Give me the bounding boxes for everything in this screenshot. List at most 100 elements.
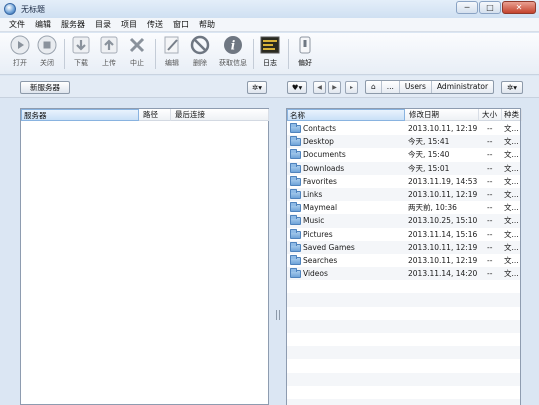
menu-project[interactable]: 项目 bbox=[116, 18, 142, 32]
menu-window[interactable]: 窗口 bbox=[168, 18, 194, 32]
favorites-heart-button[interactable]: ♥▾ bbox=[287, 81, 307, 94]
close-window-button[interactable]: ✕ bbox=[502, 1, 536, 14]
minimize-button[interactable]: ─ bbox=[456, 1, 478, 14]
column-name[interactable]: 名称 bbox=[287, 109, 405, 121]
back-arrow-icon[interactable]: ◀ bbox=[313, 81, 326, 94]
menu-help[interactable]: 帮助 bbox=[194, 18, 220, 32]
file-kind: 文... bbox=[504, 137, 519, 147]
log-icon bbox=[260, 35, 280, 55]
file-row[interactable]: Pictures 2013.11.14, 15:16 -- 文... bbox=[287, 228, 520, 241]
window-title: 无标题 bbox=[21, 4, 45, 14]
file-options-gear-button[interactable]: ✲▾ bbox=[501, 81, 523, 94]
file-size: -- bbox=[487, 242, 493, 252]
breadcrumb-ellipsis[interactable]: ... bbox=[382, 81, 400, 93]
pane-splitter[interactable] bbox=[276, 310, 280, 320]
svg-text:i: i bbox=[231, 39, 236, 53]
delete-button[interactable]: 删除 bbox=[185, 35, 215, 73]
file-size: -- bbox=[487, 203, 493, 213]
column-modified[interactable]: 修改日期 bbox=[407, 109, 479, 121]
file-name: Documents bbox=[303, 150, 346, 160]
file-row[interactable]: Downloads 今天, 15:01 -- 文... bbox=[287, 161, 520, 175]
breadcrumb-users[interactable]: Users bbox=[400, 81, 432, 93]
server-list-panel[interactable]: 服务器 路径 最后连接 bbox=[20, 108, 269, 405]
toolbar-separator bbox=[288, 39, 289, 69]
view-toggle-icon[interactable]: ▸ bbox=[345, 81, 358, 94]
file-size: -- bbox=[487, 255, 493, 265]
menu-file[interactable]: 文件 bbox=[4, 18, 30, 32]
upload-button[interactable]: 上传 bbox=[94, 35, 124, 73]
maximize-button[interactable]: □ bbox=[479, 1, 501, 14]
download-icon bbox=[71, 35, 91, 55]
file-kind: 文... bbox=[504, 269, 519, 279]
get-info-button[interactable]: i 获取信息 bbox=[216, 35, 250, 73]
file-size: -- bbox=[487, 216, 493, 226]
upload-icon bbox=[99, 35, 119, 55]
info-icon: i bbox=[223, 35, 243, 55]
forward-arrow-icon[interactable]: ▶ bbox=[328, 81, 341, 94]
folder-icon bbox=[290, 188, 301, 199]
column-last-connected[interactable]: 最后连接 bbox=[173, 109, 269, 121]
empty-row bbox=[287, 307, 520, 320]
file-row[interactable]: Music 2013.10.25, 15:10 -- 文... bbox=[287, 214, 520, 228]
toolbar-separator bbox=[253, 39, 254, 69]
file-row[interactable]: Links 2013.10.11, 12:19 -- 文... bbox=[287, 187, 520, 202]
menu-edit[interactable]: 编辑 bbox=[30, 18, 56, 32]
abort-label: 中止 bbox=[130, 59, 144, 67]
column-server[interactable]: 服务器 bbox=[21, 109, 139, 121]
server-options-gear-button[interactable]: ✲▾ bbox=[247, 81, 267, 94]
file-name: Maymeal bbox=[303, 203, 338, 213]
file-date: 2013.10.11, 12:19 bbox=[408, 189, 478, 199]
file-date: 2013.11.14, 14:20 bbox=[408, 269, 478, 279]
column-path[interactable]: 路径 bbox=[141, 109, 171, 121]
home-icon[interactable]: ⌂ bbox=[366, 81, 382, 93]
empty-row bbox=[287, 359, 520, 372]
menu-transfer[interactable]: 传送 bbox=[142, 18, 168, 32]
file-kind: 文... bbox=[504, 150, 519, 160]
abort-button[interactable]: 中止 bbox=[122, 35, 152, 73]
delete-label: 删除 bbox=[193, 59, 207, 67]
log-button[interactable]: 日志 bbox=[255, 35, 285, 73]
abort-x-icon bbox=[127, 35, 147, 55]
file-size: -- bbox=[487, 137, 493, 147]
file-row[interactable]: Desktop 今天, 15:41 -- 文... bbox=[287, 135, 520, 149]
file-kind: 文... bbox=[504, 163, 519, 173]
file-name: Music bbox=[303, 216, 325, 226]
breadcrumb: ⌂ ... Users Administrator bbox=[365, 80, 495, 94]
folder-icon bbox=[290, 241, 301, 252]
file-date: 今天, 15:01 bbox=[408, 163, 450, 173]
file-name: Saved Games bbox=[303, 242, 355, 252]
file-date: 今天, 15:40 bbox=[408, 150, 450, 160]
switch-icon bbox=[295, 35, 315, 55]
file-row[interactable]: Contacts 2013.10.11, 12:19 -- 文... bbox=[287, 122, 520, 135]
download-button[interactable]: 下载 bbox=[66, 35, 96, 73]
stop-icon bbox=[37, 35, 57, 55]
folder-icon bbox=[290, 136, 301, 147]
file-date: 2013.10.25, 15:10 bbox=[408, 216, 478, 226]
column-size[interactable]: 大小 bbox=[480, 109, 502, 121]
empty-row bbox=[287, 346, 520, 360]
file-row[interactable]: Videos 2013.11.14, 14:20 -- 文... bbox=[287, 267, 520, 281]
file-size: -- bbox=[487, 189, 493, 199]
open-button[interactable]: 打开 bbox=[5, 35, 35, 73]
file-row[interactable]: Documents 今天, 15:40 -- 文... bbox=[287, 148, 520, 161]
breadcrumb-administrator[interactable]: Administrator bbox=[432, 81, 493, 93]
file-name: Searches bbox=[303, 255, 338, 265]
preferences-label: 偏好 bbox=[298, 59, 312, 67]
file-row[interactable]: Favorites 2013.11.19, 14:53 -- 文... bbox=[287, 175, 520, 188]
file-kind: 文... bbox=[504, 242, 519, 252]
file-row[interactable]: Searches 2013.10.11, 12:19 -- 文... bbox=[287, 254, 520, 267]
file-list-panel[interactable]: 名称 修改日期 大小 种类 Contacts 2013.10.11, 12:19-… bbox=[286, 108, 522, 405]
disconnect-button[interactable]: 关闭 bbox=[32, 35, 62, 73]
menu-server[interactable]: 服务器 bbox=[56, 18, 90, 32]
file-row[interactable]: Saved Games 2013.10.11, 12:19 -- 文... bbox=[287, 240, 520, 254]
file-row[interactable]: Maymeal 两天前, 10:36 -- 文... bbox=[287, 201, 520, 214]
log-label: 日志 bbox=[263, 59, 277, 67]
file-date: 2013.11.14, 15:16 bbox=[408, 229, 478, 239]
get-info-label: 获取信息 bbox=[219, 59, 247, 67]
new-server-button[interactable]: 新服务器 bbox=[20, 81, 70, 94]
preferences-button[interactable]: 偏好 bbox=[290, 35, 320, 73]
column-kind[interactable]: 种类 bbox=[502, 109, 522, 121]
file-size: -- bbox=[487, 176, 493, 186]
edit-button[interactable]: 编辑 bbox=[157, 35, 187, 73]
menu-directory[interactable]: 目录 bbox=[90, 18, 116, 32]
